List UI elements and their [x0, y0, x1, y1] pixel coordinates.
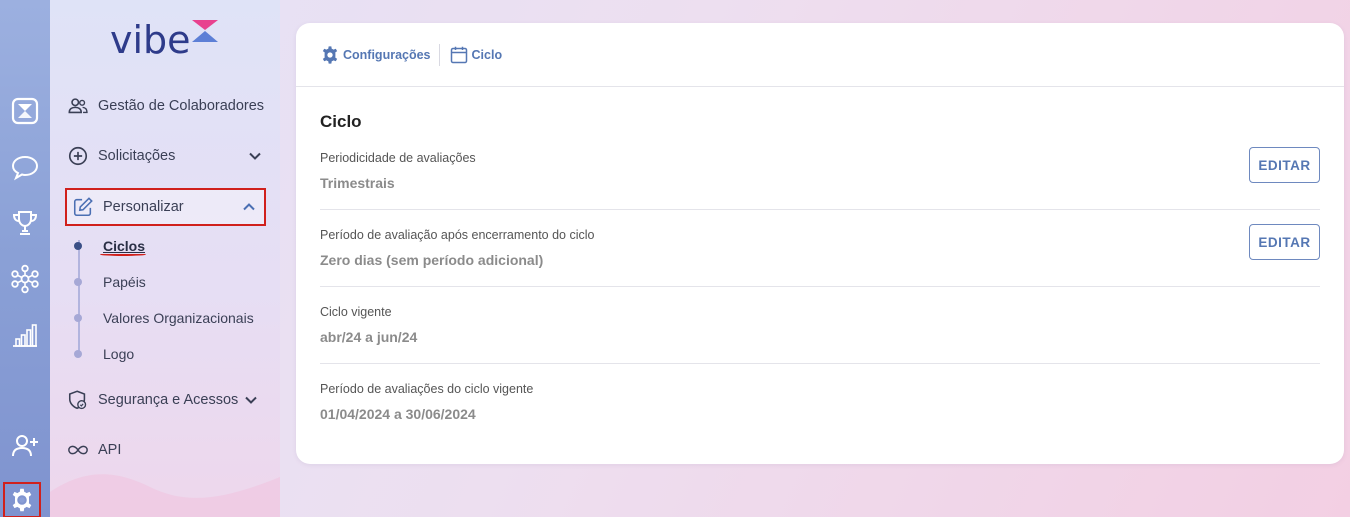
breadcrumb-label: Configurações	[343, 48, 431, 62]
sidebar-item-label: Solicitações	[98, 148, 176, 164]
edit-periodicidade-button[interactable]: EDITAR	[1249, 147, 1320, 183]
chevron-down-icon[interactable]	[242, 391, 260, 409]
people-icon	[66, 94, 90, 118]
gear-icon	[12, 488, 32, 512]
sidebar-item-label: API	[98, 442, 122, 458]
header-divider	[296, 86, 1344, 87]
sidebar-item-label: Segurança e Acessos	[98, 392, 239, 408]
edit-periodo-button[interactable]: EDITAR	[1249, 224, 1320, 260]
annotation-underline	[100, 253, 146, 256]
breadcrumb: Configurações Ciclo	[320, 43, 502, 67]
setting-periodo-avaliacoes: Período de avaliações do ciclo vigente 0…	[320, 382, 1320, 444]
subitem-label: Valores Organizacionais	[103, 310, 254, 326]
sidebar-item-seguranca[interactable]: Segurança e Acessos	[60, 380, 272, 420]
rail-hourglass-button[interactable]	[5, 91, 45, 131]
setting-label: Periodicidade de avaliações	[320, 151, 476, 165]
rail-settings-button[interactable]	[3, 482, 41, 517]
rail-trophy-button[interactable]	[5, 203, 45, 243]
subitem-papeis[interactable]: Papéis	[74, 270, 146, 294]
chevron-up-icon[interactable]	[240, 198, 258, 216]
active-dot	[74, 242, 82, 250]
bar-chart-icon	[13, 324, 37, 347]
subitem-label: Papéis	[103, 274, 146, 290]
sidebar-item-api[interactable]: API	[60, 430, 272, 470]
network-icon	[11, 264, 39, 294]
breadcrumb-separator	[438, 44, 440, 66]
breadcrumb-configuracoes[interactable]: Configurações	[320, 45, 431, 65]
sidebar-item-solicitacoes[interactable]: Solicitações	[60, 136, 272, 176]
dot	[74, 350, 82, 358]
settings-card: Configurações Ciclo Ciclo Periodicidade …	[296, 23, 1344, 464]
setting-ciclo-vigente: Ciclo vigente abr/24 a jun/24	[320, 305, 1320, 367]
setting-value: 01/04/2024 a 30/06/2024	[320, 406, 476, 422]
breadcrumb-ciclo[interactable]: Ciclo	[449, 45, 503, 65]
setting-periodo-apos-ciclo: Período de avaliação após encerramento d…	[320, 224, 1320, 290]
setting-value: abr/24 a jun/24	[320, 329, 418, 345]
sidebar-item-personalizar[interactable]: Personalizar	[65, 188, 266, 226]
edit-icon	[71, 195, 95, 219]
dot	[74, 314, 82, 322]
sidebar-item-label: Gestão de Colaboradores	[98, 98, 265, 114]
rail-add-user-button[interactable]	[5, 426, 45, 466]
vibe-logo: vibe	[110, 18, 230, 62]
breadcrumb-label: Ciclo	[471, 48, 503, 62]
row-divider	[320, 209, 1320, 210]
setting-periodicidade: Periodicidade de avaliações Trimestrais …	[320, 147, 1320, 213]
setting-value: Trimestrais	[320, 175, 395, 191]
logo-text: vibe	[110, 18, 191, 62]
sidebar: vibe Gestão de Colaboradores Solicitaçõe…	[50, 0, 280, 517]
dot	[74, 278, 82, 286]
trophy-icon	[12, 211, 38, 235]
setting-value: Zero dias (sem período adicional)	[320, 252, 544, 268]
sidebar-item-colaboradores[interactable]: Gestão de Colaboradores	[60, 86, 272, 126]
infinity-icon	[66, 438, 90, 462]
chat-bubble-icon	[11, 155, 39, 181]
plus-circle-icon	[66, 144, 90, 168]
setting-label: Período de avaliação após encerramento d…	[320, 228, 595, 242]
icon-rail	[0, 0, 50, 517]
setting-label: Período de avaliações do ciclo vigente	[320, 382, 534, 396]
subitem-logo[interactable]: Logo	[74, 342, 134, 366]
chevron-down-icon[interactable]	[246, 147, 264, 165]
rail-chat-button[interactable]	[5, 147, 45, 187]
rail-network-button[interactable]	[5, 259, 45, 299]
calendar-icon	[450, 46, 467, 64]
subitem-label: Ciclos	[103, 238, 146, 254]
rail-chart-button[interactable]	[5, 315, 45, 355]
page-title: Ciclo	[320, 112, 362, 131]
gear-icon	[322, 46, 338, 64]
subitem-valores[interactable]: Valores Organizacionais	[74, 306, 254, 330]
subitem-label: Logo	[103, 346, 135, 362]
row-divider	[320, 363, 1320, 364]
add-user-icon	[12, 435, 38, 457]
sidebar-item-label: Personalizar	[103, 199, 184, 215]
logo-mark-icon	[192, 20, 218, 42]
shield-lock-icon	[66, 388, 90, 412]
hourglass-icon	[11, 97, 39, 125]
row-divider	[320, 286, 1320, 287]
setting-label: Ciclo vigente	[320, 305, 392, 319]
